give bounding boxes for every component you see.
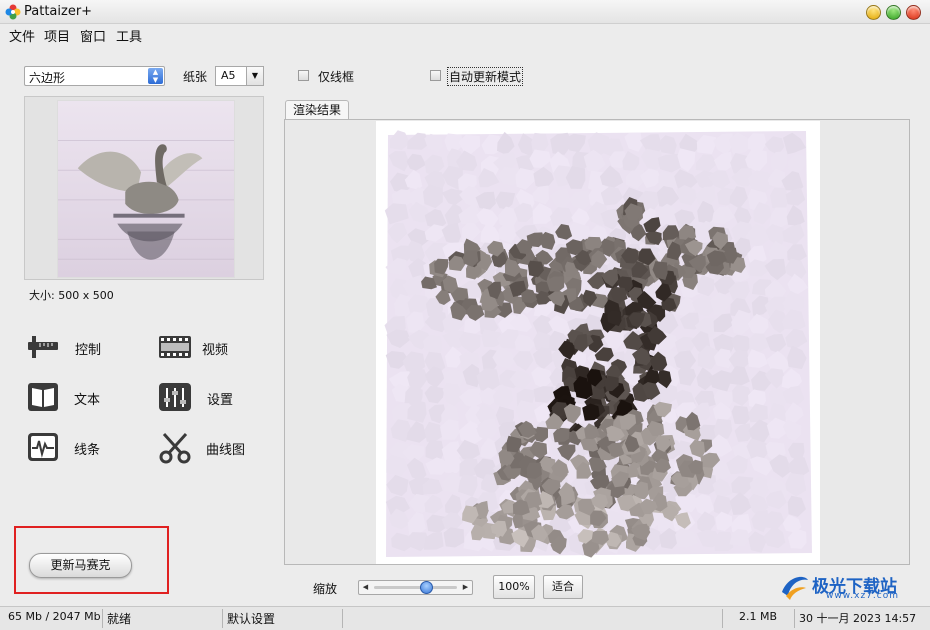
ruler-icon [28,336,58,358]
watermark: 极光下载站 www.xz7.com [778,570,923,604]
status-divider [102,609,103,628]
zoom-slider-track [374,586,457,589]
text-tool-label: 文本 [74,393,101,408]
status-divider [794,609,795,628]
video-tool[interactable]: 视频 [158,330,268,366]
spinner-arrows-icon[interactable]: ▲ ▼ [148,68,163,84]
status-divider [342,609,343,628]
menu-file[interactable]: 文件 [9,26,35,45]
image-size-label: 大小: 500 x 500 [29,289,114,302]
title-bar: Pattaizer+ [0,0,930,24]
maximize-button[interactable] [886,5,901,20]
zoom-slider[interactable]: ◀ ▶ [358,580,473,595]
zoom-100-button[interactable]: 100% [493,575,535,599]
paper-select-value: A5 [221,69,236,82]
lines-tool[interactable]: 线条 [26,430,136,466]
status-divider [722,609,723,628]
sliders-icon [159,383,191,411]
video-tool-label: 视频 [202,343,229,358]
zoom-label: 缩放 [313,582,338,596]
pattaizer-logo-icon [5,4,21,20]
settings-tool[interactable]: 设置 [158,380,268,416]
waveform-icon [28,433,58,461]
auto-update-label[interactable]: 自动更新模式 [447,67,524,86]
status-preset: 默认设置 [227,612,276,626]
window-title: Pattaizer+ [24,4,93,19]
menu-project[interactable]: 项目 [44,26,70,45]
status-memory: 65 Mb / 2047 Mb [8,610,101,623]
status-state: 就绪 [107,612,132,626]
lines-tool-label: 线条 [74,443,101,458]
outline-only-label[interactable]: 仅线框 [318,68,354,85]
source-thumbnail-panel [24,96,264,280]
zoom-fit-button[interactable]: 适合 [543,575,583,599]
close-button[interactable] [906,5,921,20]
minimize-button[interactable] [866,5,881,20]
curves-tool[interactable]: 曲线图 [158,430,268,466]
text-tool[interactable]: 文本 [26,380,136,416]
update-mosaic-button[interactable]: 更新马赛克 [29,553,132,578]
zoom-slider-knob[interactable] [420,581,433,594]
shape-select-value: 六边形 [29,71,66,85]
menu-bar: 文件 项目 窗口 工具 [0,24,930,45]
scissors-icon [159,432,191,464]
status-file-size: 2.1 MB [739,610,778,623]
watermark-subtext: www.xz7.com [826,591,899,601]
menu-tools[interactable]: 工具 [116,26,142,45]
curves-tool-label: 曲线图 [206,443,246,458]
control-tool[interactable]: 控制 [26,330,136,366]
paper-select[interactable]: A5 ▼ [215,66,264,86]
status-datetime: 30 十一月 2023 14:57 [799,612,917,625]
render-result-panel [284,119,910,565]
shape-select[interactable]: 六边形 ▲ ▼ [24,66,165,86]
menu-window[interactable]: 窗口 [80,26,106,45]
chevron-down-icon[interactable]: ▼ [246,67,263,85]
settings-tool-label: 设置 [207,393,234,408]
control-tool-label: 控制 [75,343,102,358]
outline-only-checkbox[interactable] [298,70,309,81]
book-icon [28,383,58,411]
arrow-left-icon[interactable]: ◀ [359,581,372,594]
paper-label: 纸张 [183,70,208,84]
watermark-logo-icon [782,576,808,600]
mosaic-render-image [376,121,820,564]
swan-thumbnail-image [57,100,235,278]
auto-update-checkbox[interactable] [430,70,441,81]
mosaic-tile [770,187,789,209]
film-strip-icon [159,336,191,358]
tab-render-result[interactable]: 渲染结果 [285,100,349,120]
arrow-right-icon[interactable]: ▶ [459,581,472,594]
status-bar: 65 Mb / 2047 Mb 就绪 默认设置 2.1 MB 30 十一月 20… [0,606,930,630]
status-divider [222,609,223,628]
